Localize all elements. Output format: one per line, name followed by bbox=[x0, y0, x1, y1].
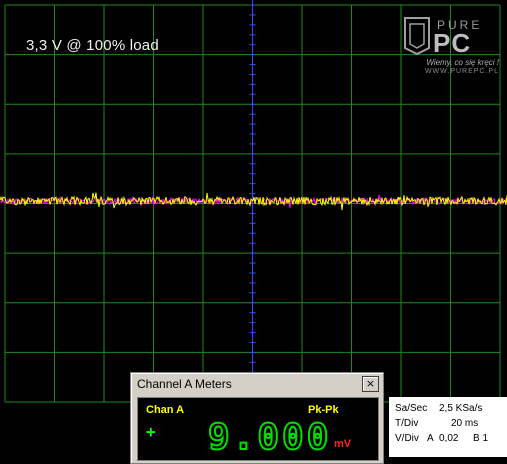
volt-div-other: B 1 bbox=[473, 433, 489, 444]
sample-rate-value: 2,5 KSa/s bbox=[439, 403, 483, 414]
meter-title: Channel A Meters bbox=[137, 377, 232, 391]
measurement-mode: Pk-Pk bbox=[308, 404, 339, 416]
meter-titlebar[interactable]: Channel A Meters × bbox=[133, 375, 381, 393]
logo-site: WWW.PUREPC.PL bbox=[424, 68, 499, 75]
volt-div-label: V/Div bbox=[395, 433, 419, 444]
volt-div-value: 0,02 bbox=[439, 433, 459, 444]
volt-div-channel: A bbox=[427, 433, 434, 444]
purepc-logo-icon bbox=[404, 17, 430, 56]
time-div-value: 20 ms bbox=[451, 418, 479, 429]
purepc-logo: PURE PC Wiemy, co się kręci ! WWW.PUREPC… bbox=[399, 12, 499, 82]
overlay-title: 3,3 V @ 100% load bbox=[26, 37, 159, 54]
close-icon: × bbox=[365, 377, 376, 390]
logo-brand-main: PC bbox=[433, 28, 472, 58]
oscilloscope-screen: 3,3 V @ 100% load PURE PC Wiemy, co się … bbox=[0, 0, 507, 464]
time-div-label: T/Div bbox=[395, 418, 419, 429]
meter-reading: 9.000 bbox=[207, 417, 332, 459]
logo-tagline: Wiemy, co się kręci ! bbox=[426, 58, 499, 67]
channel-label: Chan A bbox=[146, 404, 185, 416]
channel-a-meters-window[interactable]: Channel A Meters × Chan A Pk-Pk + 9.000 … bbox=[130, 372, 384, 464]
reading-unit: mV bbox=[334, 438, 352, 450]
scope-settings-panel: Sa/Sec 2,5 KSa/s T/Div 20 ms V/Div A 0,0… bbox=[389, 397, 507, 457]
sample-rate-label: Sa/Sec bbox=[395, 403, 428, 414]
trace-channel-a bbox=[0, 192, 507, 211]
reading-sign: + bbox=[146, 422, 156, 441]
close-button[interactable]: × bbox=[362, 376, 379, 392]
meter-display: Chan A Pk-Pk + 9.000 mV bbox=[137, 397, 379, 461]
